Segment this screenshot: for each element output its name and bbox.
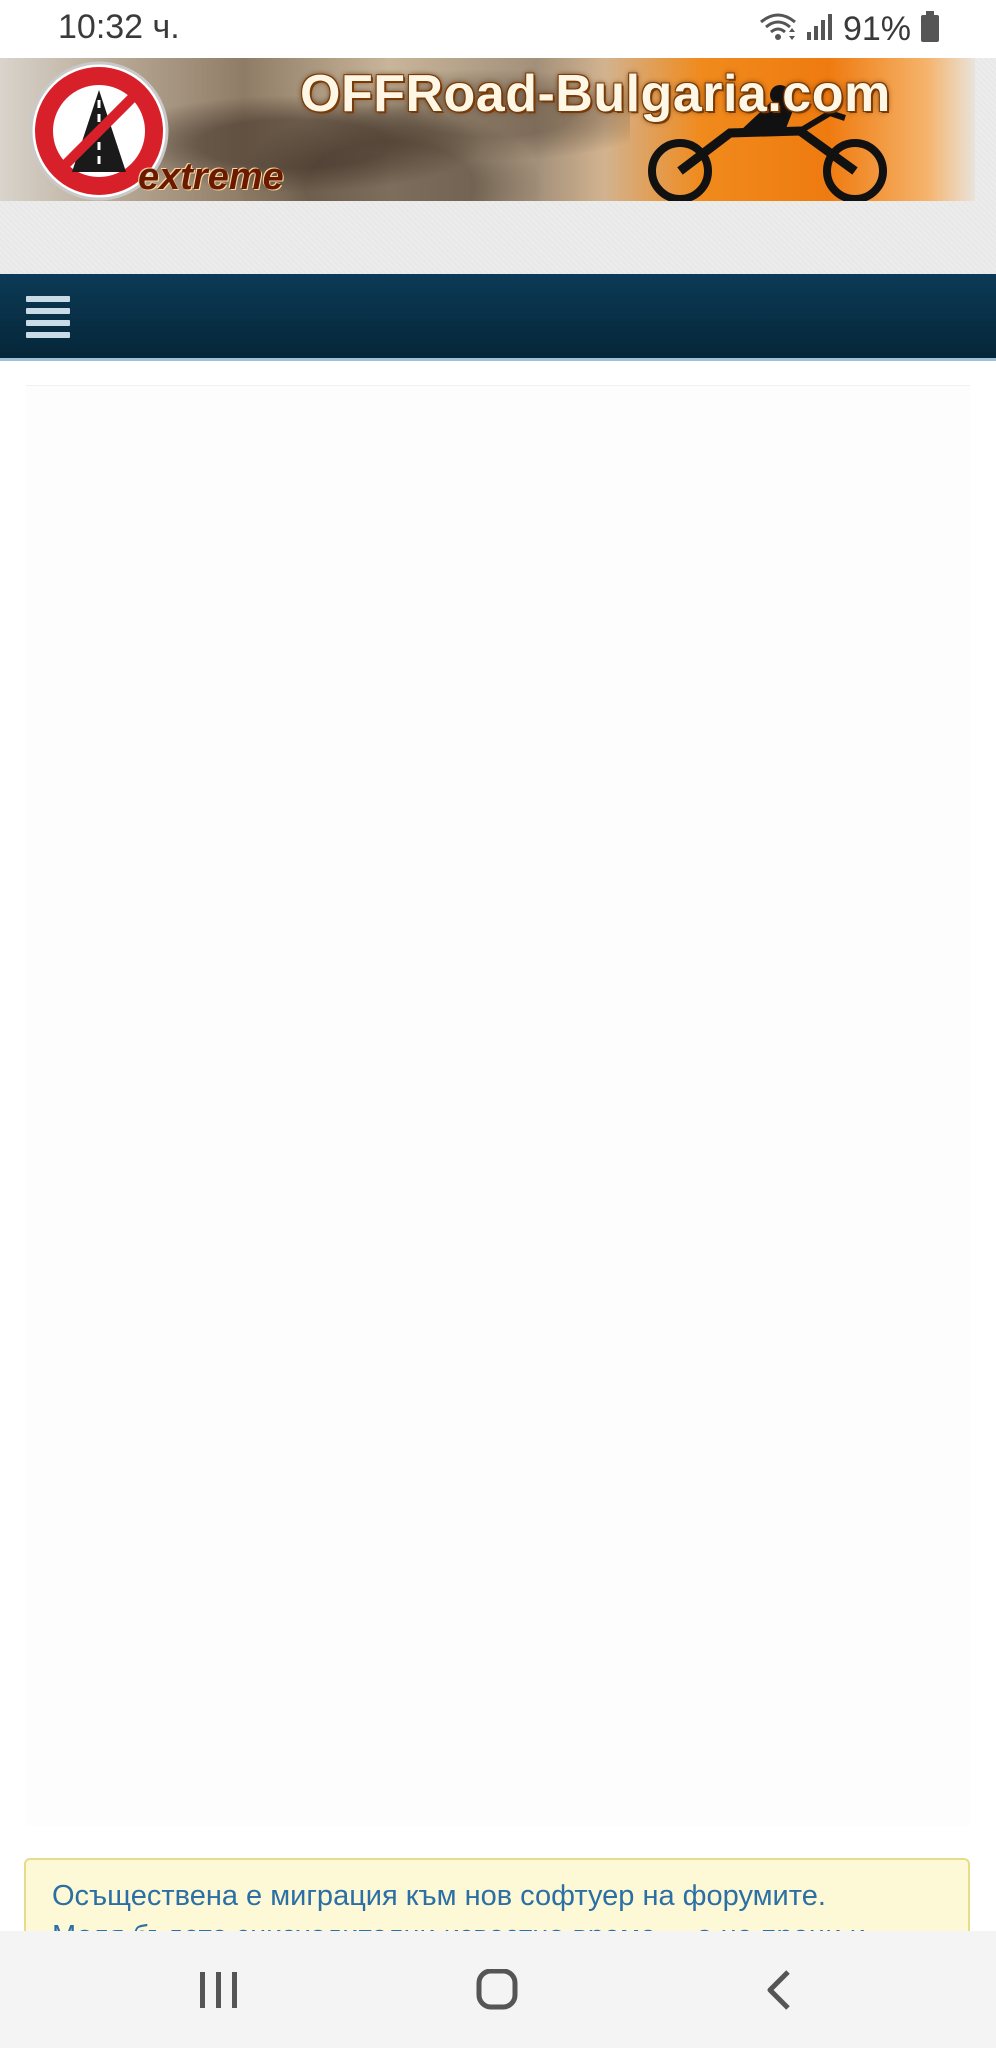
system-navigation-bar [0,1931,996,2048]
wifi-icon [759,12,797,47]
main-content: Осъществена е миграция към нов софтуер н… [0,361,996,1958]
battery-icon [919,10,941,48]
battery-percent: 91% [842,9,911,48]
site-banner[interactable]: OFFRoad-Bulgaria.com extreme [0,58,975,201]
site-header: OFFRoad-Bulgaria.com extreme [0,58,996,274]
main-navbar [0,274,996,361]
back-icon[interactable] [760,1969,800,2016]
hamburger-menu-icon[interactable] [26,296,70,338]
status-time: 10:32 ч. [58,8,180,46]
notice-line-1: Осъществена е миграция към нов софтуер н… [52,1880,826,1912]
content-panel [26,385,970,1826]
banner-tagline: extreme [138,156,284,198]
recent-apps-icon[interactable] [196,1969,242,2016]
status-bar: 10:32 ч. 91% [0,0,996,58]
home-icon[interactable] [475,1968,521,2016]
banner-title: OFFRoad-Bulgaria.com [300,65,891,123]
signal-icon [805,12,835,47]
status-icons: 91% [759,8,941,50]
